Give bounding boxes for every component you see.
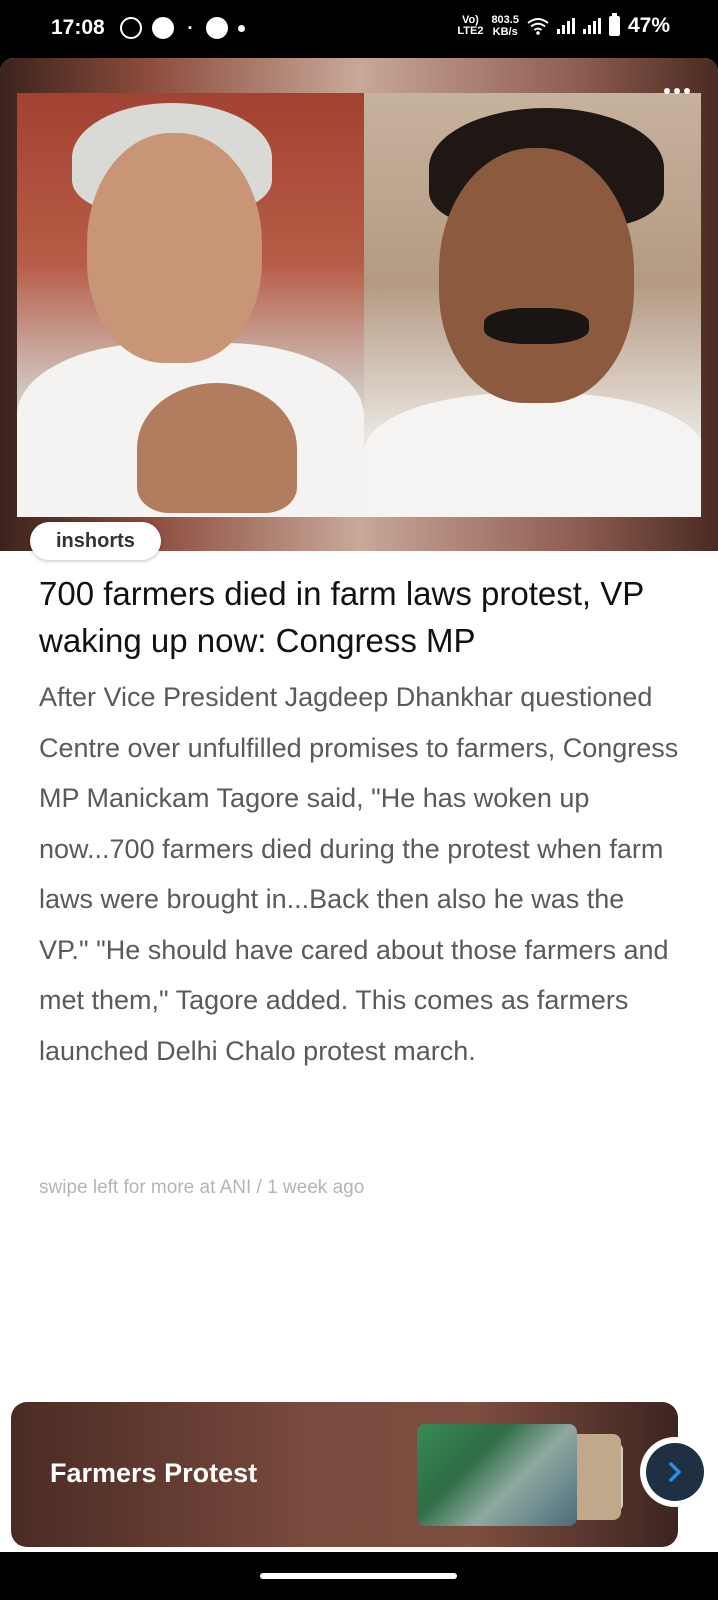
sim-icon: ▪	[188, 22, 192, 34]
article-body: After Vice President Jagdeep Dhankhar qu…	[39, 682, 679, 1066]
network-speed: 803.5 KB/s	[491, 14, 519, 38]
hero-image-area	[0, 58, 718, 551]
signal-icon	[556, 18, 575, 34]
home-indicator[interactable]	[260, 1573, 457, 1579]
battery-icon	[608, 13, 620, 36]
system-icons: Vo) LTE2 803.5 KB/s 47%	[457, 13, 670, 38]
clock: 17:08	[51, 16, 105, 39]
photo-left	[17, 93, 364, 517]
news-card[interactable]: inshorts 700 farmers died in farm laws p…	[0, 58, 718, 1552]
navigation-bar	[0, 1552, 718, 1600]
article-headline: 700 farmers died in farm laws protest, V…	[39, 575, 644, 659]
photo-right	[364, 93, 701, 517]
article-source[interactable]: swipe left for more at ANI / 1 week ago	[39, 1177, 364, 1199]
more-notifications-icon	[238, 24, 245, 32]
brand-badge: inshorts	[30, 522, 161, 560]
next-topic-button[interactable]	[640, 1437, 710, 1507]
status-bar: 17:08 ▪ Vo) LTE2 803.5 KB/s 47%	[0, 0, 718, 58]
wifi-icon	[527, 18, 549, 35]
article-image[interactable]	[17, 93, 701, 517]
topic-card[interactable]: Farmers Protest	[11, 1402, 678, 1547]
arrow-app-icon	[206, 17, 228, 39]
topic-title: Farmers Protest	[50, 1458, 258, 1488]
notification-icons: ▪	[120, 17, 245, 39]
more-dots-icon[interactable]	[664, 88, 690, 94]
whatsapp-icon	[120, 17, 142, 39]
volte-indicator: Vo) LTE2	[457, 14, 484, 37]
chevron-right-icon	[669, 1462, 681, 1482]
signal-icon-2	[582, 18, 601, 34]
topic-thumbnail	[417, 1424, 577, 1526]
shopping-bag-icon	[152, 17, 174, 39]
battery-percent: 47%	[627, 14, 670, 37]
